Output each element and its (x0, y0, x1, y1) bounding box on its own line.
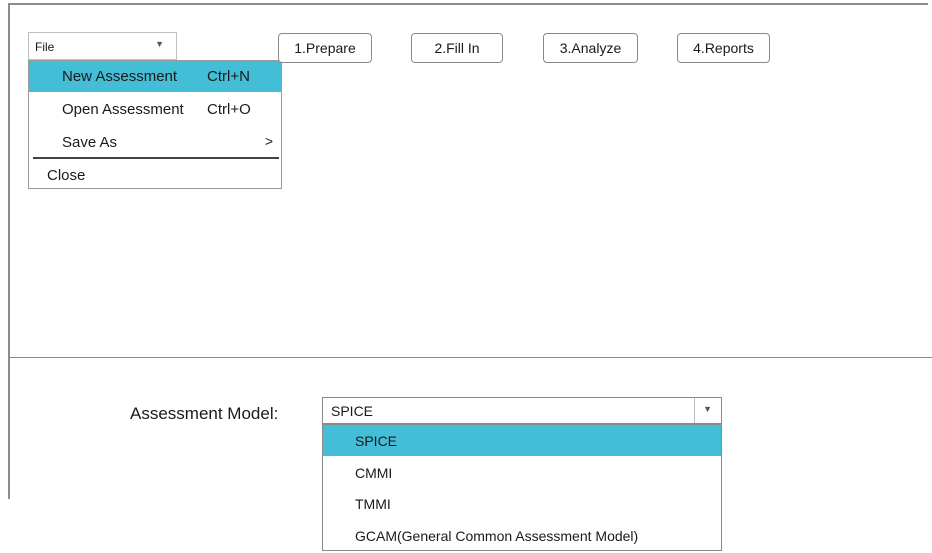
menu-item-label: Open Assessment (62, 101, 184, 118)
model-option-label: GCAM(General Common Assessment Model) (355, 528, 639, 544)
chevron-down-icon[interactable]: ▼ (155, 39, 164, 49)
model-option-spice[interactable]: SPICE (323, 425, 721, 456)
chevron-right-icon: > (264, 133, 273, 149)
tab-reports[interactable]: 4.Reports (677, 33, 770, 63)
model-option-label: TMMI (355, 496, 391, 512)
menu-item-open-assessment[interactable]: Open Assessment Ctrl+O (29, 94, 281, 125)
model-option-label: SPICE (355, 433, 398, 449)
menu-item-shortcut: Ctrl+O (207, 101, 251, 118)
menu-item-label: Close (47, 167, 86, 184)
combobox-separator (694, 398, 695, 423)
model-option-gcam[interactable]: GCAM(General Common Assessment Model) (323, 520, 721, 551)
menu-divider (33, 157, 279, 159)
tab-analyze[interactable]: 3.Analyze (543, 33, 638, 63)
menu-item-close[interactable]: Close (29, 160, 281, 191)
tab-fill-in[interactable]: 2.Fill In (411, 33, 503, 63)
panel-divider (8, 357, 932, 358)
file-menu: New Assessment Ctrl+N Open Assessment Ct… (28, 60, 282, 189)
menu-item-label: Save As (62, 134, 118, 151)
model-option-label: CMMI (355, 465, 393, 481)
menu-item-new-assessment[interactable]: New Assessment Ctrl+N (29, 61, 281, 92)
file-combobox[interactable]: File ▼ (28, 32, 177, 60)
assessment-model-list: SPICE CMMI TMMI GCAM(General Common Asse… (322, 424, 722, 551)
chevron-down-icon[interactable]: ▼ (703, 404, 712, 414)
menu-item-shortcut: Ctrl+N (207, 68, 250, 85)
file-combobox-value: File (35, 40, 55, 54)
menu-item-save-as[interactable]: Save As > (29, 127, 281, 158)
tab-prepare[interactable]: 1.Prepare (278, 33, 372, 63)
model-option-cmmi[interactable]: CMMI (323, 457, 721, 488)
model-option-tmmi[interactable]: TMMI (323, 488, 721, 519)
assessment-model-value: SPICE (331, 403, 374, 419)
assessment-model-label: Assessment Model: (130, 404, 279, 423)
menu-item-label: New Assessment (62, 68, 178, 85)
assessment-model-combobox[interactable]: SPICE ▼ (322, 397, 722, 424)
